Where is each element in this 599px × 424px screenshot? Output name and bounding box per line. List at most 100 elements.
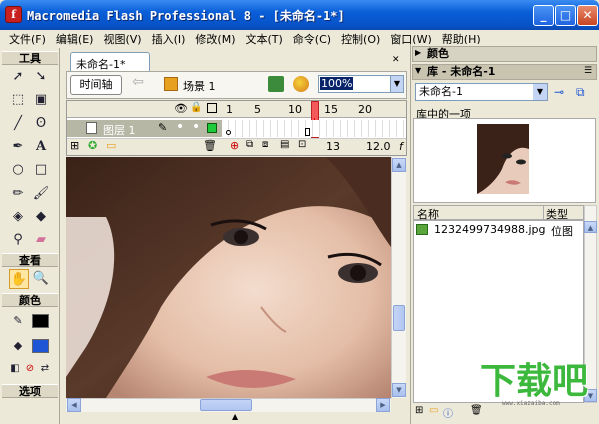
- menu-modify[interactable]: 修改(M): [190, 31, 240, 47]
- bitmap-icon: [416, 224, 428, 235]
- scene-label[interactable]: 场景 1: [183, 78, 216, 94]
- outline-color-swatch[interactable]: [207, 123, 217, 133]
- frame-grid[interactable]: [222, 120, 406, 137]
- options-section-label: 选项: [2, 384, 58, 398]
- view-section-label: 查看: [2, 253, 58, 267]
- new-symbol-icon[interactable]: ⊞: [415, 405, 423, 416]
- timeline-toggle-button[interactable]: 时间轴: [70, 75, 122, 95]
- oval-tool-icon[interactable]: ○: [8, 160, 28, 180]
- frame-rate-unit: f: [399, 140, 403, 153]
- onion-skin-icon[interactable]: ⧉: [246, 139, 253, 150]
- toolbox-panel: 工具 ➚ ➘ ⬚ ▣ ╱ ʘ ✒ A ○ □ ✏ 🖌 ◈ ◆ ⚲ ▰ 查看 ✋ …: [0, 48, 60, 424]
- menu-edit[interactable]: 编辑(E): [51, 31, 99, 47]
- document-tab[interactable]: 未命名-1*: [70, 52, 150, 72]
- panel-menu-icon[interactable]: ☰: [584, 66, 592, 76]
- text-tool-icon[interactable]: A: [31, 137, 51, 157]
- rectangle-tool-icon[interactable]: □: [31, 160, 51, 180]
- minimize-button[interactable]: _: [533, 5, 554, 26]
- timeline-header: [67, 101, 406, 118]
- line-tool-icon[interactable]: ╱: [8, 114, 28, 134]
- menu-insert[interactable]: 插入(I): [147, 31, 191, 47]
- arrow-tool-icon[interactable]: ➚: [8, 67, 28, 87]
- layer-name[interactable]: 图层 1: [103, 122, 136, 138]
- menu-control[interactable]: 控制(O): [336, 31, 385, 47]
- scroll-right-icon[interactable]: ▶: [376, 398, 390, 412]
- subselect-tool-icon[interactable]: ➘: [31, 67, 51, 87]
- frame-rate: 12.0: [366, 140, 391, 153]
- horizontal-scroll-thumb[interactable]: [200, 399, 252, 411]
- onion-markers-icon[interactable]: ⊡: [298, 139, 306, 150]
- library-item-name[interactable]: 1232499734988.jpg: [434, 223, 546, 236]
- free-transform-tool-icon[interactable]: ⬚: [8, 90, 28, 110]
- paint-bucket-tool-icon[interactable]: ◆: [31, 207, 51, 227]
- add-folder-icon[interactable]: ▭: [106, 139, 116, 152]
- preview-thumbnail: [477, 124, 529, 194]
- lock-dot[interactable]: •: [192, 119, 200, 135]
- scroll-up-icon[interactable]: ▲: [584, 221, 597, 233]
- back-arrow-icon[interactable]: ⇦: [128, 74, 148, 94]
- add-layer-icon[interactable]: ⊞: [70, 139, 79, 152]
- collapse-panel-icon[interactable]: ▲: [232, 412, 238, 421]
- swap-colors-icon[interactable]: ⇄: [35, 359, 55, 379]
- chevron-down-icon[interactable]: ▼: [390, 76, 403, 92]
- expand-arrow-icon[interactable]: ▶: [415, 48, 421, 57]
- layer-icon: [86, 122, 97, 134]
- new-folder-icon[interactable]: ▭: [429, 405, 438, 416]
- stage-vertical-scrollbar[interactable]: [391, 157, 406, 398]
- zoom-tool-icon[interactable]: 🔍: [31, 269, 51, 289]
- menu-file[interactable]: 文件(F): [4, 31, 51, 47]
- eye-icon[interactable]: 👁: [174, 102, 188, 115]
- collapse-arrow-icon[interactable]: ▼: [415, 66, 421, 75]
- hand-tool-icon[interactable]: ✋: [9, 269, 29, 289]
- edit-scene-icon[interactable]: [268, 76, 284, 92]
- scroll-up-icon[interactable]: ▲: [392, 158, 406, 172]
- maximize-button[interactable]: □: [555, 5, 576, 26]
- pin-library-icon[interactable]: ⊸: [554, 85, 564, 99]
- stage-canvas[interactable]: [66, 157, 391, 398]
- add-guide-layer-icon[interactable]: ✪: [88, 139, 97, 152]
- current-frame: 13: [326, 140, 340, 153]
- frame-end-marker: [305, 128, 310, 136]
- zoom-value[interactable]: 100%: [320, 77, 354, 90]
- chevron-down-icon[interactable]: ▼: [533, 84, 547, 100]
- eyedropper-tool-icon[interactable]: ⚲: [8, 230, 28, 250]
- fill-transform-tool-icon[interactable]: ▣: [31, 90, 51, 110]
- stage-photo: [66, 157, 391, 398]
- menu-text[interactable]: 文本(T): [240, 31, 287, 47]
- frame-tick: 15: [324, 103, 338, 116]
- visibility-dot[interactable]: •: [176, 119, 184, 135]
- scroll-down-icon[interactable]: ▼: [392, 383, 406, 397]
- menu-commands[interactable]: 命令(C): [288, 31, 336, 47]
- library-panel-header[interactable]: 库 - 未命名-1: [412, 64, 597, 80]
- delete-layer-icon[interactable]: 🗑: [203, 139, 217, 152]
- column-divider: [543, 206, 544, 220]
- onion-outline-icon[interactable]: ⧈: [262, 139, 268, 150]
- scroll-left-icon[interactable]: ◀: [67, 398, 81, 412]
- color-panel-header[interactable]: 颜色: [412, 46, 597, 62]
- pen-tool-icon[interactable]: ✒: [8, 137, 28, 157]
- tab-close-icon[interactable]: ✕: [392, 55, 400, 65]
- center-frame-icon[interactable]: ⊕: [230, 139, 239, 152]
- library-select[interactable]: 未命名-1: [415, 83, 548, 101]
- close-button[interactable]: ✕: [577, 5, 598, 26]
- watermark-url: www.xiazaiba.com: [502, 400, 560, 407]
- properties-icon[interactable]: ⓘ: [443, 405, 453, 420]
- vertical-scroll-thumb[interactable]: [393, 305, 405, 331]
- eraser-tool-icon[interactable]: ▰: [31, 230, 51, 250]
- ink-bottle-tool-icon[interactable]: ◈: [8, 207, 28, 227]
- edit-multiple-frames-icon[interactable]: ▤: [280, 139, 289, 150]
- pencil-tool-icon[interactable]: ✏: [8, 184, 28, 204]
- empty-keyframe[interactable]: [226, 130, 231, 135]
- new-library-panel-icon[interactable]: ⧉: [576, 85, 585, 100]
- pencil-icon: ✎: [158, 121, 168, 134]
- stroke-color-swatch[interactable]: [32, 314, 49, 328]
- edit-symbol-icon[interactable]: [293, 76, 309, 92]
- scene-icon: [164, 77, 178, 91]
- fill-color-swatch[interactable]: [32, 339, 49, 353]
- lasso-tool-icon[interactable]: ʘ: [31, 114, 51, 134]
- brush-tool-icon[interactable]: 🖌: [31, 184, 51, 204]
- menu-view[interactable]: 视图(V): [98, 31, 146, 47]
- outline-icon[interactable]: [207, 103, 217, 113]
- flash-app-icon[interactable]: f: [5, 6, 22, 23]
- lock-icon[interactable]: 🔒: [190, 102, 202, 113]
